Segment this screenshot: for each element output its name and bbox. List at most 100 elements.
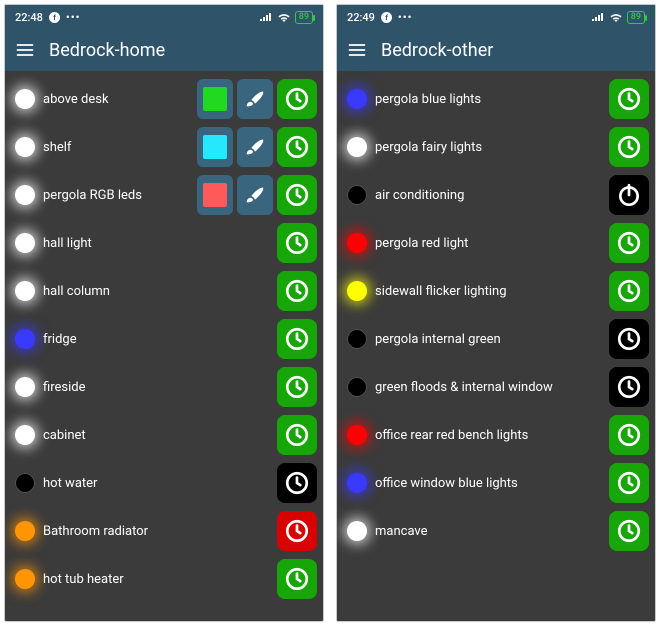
device-label: hall column	[43, 284, 273, 299]
status-right: 89	[591, 11, 645, 24]
schedule-button[interactable]	[277, 127, 317, 167]
device-label: pergola blue lights	[375, 92, 605, 107]
wifi-icon	[277, 12, 291, 22]
device-row[interactable]: mancave	[343, 507, 649, 555]
status-time: 22:49	[347, 11, 375, 24]
device-bulb-icon[interactable]	[347, 185, 367, 205]
schedule-button[interactable]	[277, 511, 317, 551]
device-label: pergola RGB leds	[43, 188, 193, 203]
device-label: Bathroom radiator	[43, 524, 273, 539]
schedule-button[interactable]	[277, 415, 317, 455]
device-bulb-icon[interactable]	[15, 521, 35, 541]
schedule-button[interactable]	[277, 319, 317, 359]
svg-text:f: f	[385, 12, 388, 21]
device-label: office window blue lights	[375, 476, 605, 491]
status-right: 89	[259, 11, 313, 24]
device-label: hot water	[43, 476, 273, 491]
device-row[interactable]: air conditioning	[343, 171, 649, 219]
battery-indicator: 89	[295, 11, 313, 24]
device-row[interactable]: hall column	[11, 267, 317, 315]
phone-left: 22:48 f ••• 89 Bedrock-home above desksh…	[4, 4, 324, 622]
schedule-button[interactable]	[277, 223, 317, 263]
menu-icon[interactable]	[347, 40, 367, 60]
device-bulb-icon[interactable]	[347, 89, 367, 109]
brush-button[interactable]	[237, 79, 273, 119]
schedule-button[interactable]	[277, 271, 317, 311]
device-label: fireside	[43, 380, 273, 395]
color-swatch-button[interactable]	[197, 175, 233, 215]
device-bulb-icon[interactable]	[347, 137, 367, 157]
schedule-button[interactable]	[609, 367, 649, 407]
device-bulb-icon[interactable]	[347, 233, 367, 253]
app-header: Bedrock-other	[337, 29, 655, 71]
device-bulb-icon[interactable]	[347, 425, 367, 445]
battery-indicator: 89	[627, 11, 645, 24]
schedule-button[interactable]	[277, 559, 317, 599]
device-bulb-icon[interactable]	[15, 281, 35, 301]
schedule-button[interactable]	[277, 463, 317, 503]
facebook-icon: f	[49, 12, 60, 23]
device-row[interactable]: pergola red light	[343, 219, 649, 267]
schedule-button[interactable]	[609, 511, 649, 551]
device-label: fridge	[43, 332, 273, 347]
device-row[interactable]: fireside	[11, 363, 317, 411]
device-row[interactable]: sidewall flicker lighting	[343, 267, 649, 315]
color-swatch-button[interactable]	[197, 127, 233, 167]
device-row[interactable]: pergola RGB leds	[11, 171, 317, 219]
device-bulb-icon[interactable]	[347, 473, 367, 493]
wifi-icon	[609, 12, 623, 22]
device-row[interactable]: green floods & internal window	[343, 363, 649, 411]
device-bulb-icon[interactable]	[15, 137, 35, 157]
schedule-button[interactable]	[609, 127, 649, 167]
page-title: Bedrock-home	[49, 40, 165, 61]
device-bulb-icon[interactable]	[15, 185, 35, 205]
device-row[interactable]: office rear red bench lights	[343, 411, 649, 459]
schedule-button[interactable]	[277, 79, 317, 119]
schedule-button[interactable]	[609, 319, 649, 359]
menu-icon[interactable]	[15, 40, 35, 60]
device-row[interactable]: pergola blue lights	[343, 75, 649, 123]
power-button[interactable]	[609, 175, 649, 215]
device-bulb-icon[interactable]	[15, 425, 35, 445]
device-bulb-icon[interactable]	[347, 281, 367, 301]
device-bulb-icon[interactable]	[347, 377, 367, 397]
schedule-button[interactable]	[277, 175, 317, 215]
schedule-button[interactable]	[277, 367, 317, 407]
device-bulb-icon[interactable]	[347, 329, 367, 349]
schedule-button[interactable]	[609, 271, 649, 311]
device-label: shelf	[43, 140, 193, 155]
more-icon: •••	[66, 11, 81, 24]
device-bulb-icon[interactable]	[347, 521, 367, 541]
more-icon: •••	[398, 11, 413, 24]
schedule-button[interactable]	[609, 415, 649, 455]
device-row[interactable]: hot water	[11, 459, 317, 507]
device-list: above desk shelf pergola RGB leds hall ligh…	[5, 71, 323, 621]
brush-button[interactable]	[237, 127, 273, 167]
device-bulb-icon[interactable]	[15, 89, 35, 109]
device-bulb-icon[interactable]	[15, 569, 35, 589]
device-row[interactable]: hot tub heater	[11, 555, 317, 603]
device-row[interactable]: shelf	[11, 123, 317, 171]
device-bulb-icon[interactable]	[15, 377, 35, 397]
device-row[interactable]: hall light	[11, 219, 317, 267]
device-bulb-icon[interactable]	[15, 329, 35, 349]
color-swatch-button[interactable]	[197, 79, 233, 119]
device-label: pergola red light	[375, 236, 605, 251]
brush-button[interactable]	[237, 175, 273, 215]
device-row[interactable]: pergola internal green	[343, 315, 649, 363]
device-bulb-icon[interactable]	[15, 473, 35, 493]
device-row[interactable]: office window blue lights	[343, 459, 649, 507]
schedule-button[interactable]	[609, 463, 649, 503]
device-row[interactable]: above desk	[11, 75, 317, 123]
schedule-button[interactable]	[609, 223, 649, 263]
app-header: Bedrock-home	[5, 29, 323, 71]
device-row[interactable]: fridge	[11, 315, 317, 363]
device-label: hall light	[43, 236, 273, 251]
device-row[interactable]: pergola fairy lights	[343, 123, 649, 171]
device-row[interactable]: cabinet	[11, 411, 317, 459]
device-bulb-icon[interactable]	[15, 233, 35, 253]
device-label: above desk	[43, 92, 193, 107]
device-label: hot tub heater	[43, 572, 273, 587]
schedule-button[interactable]	[609, 79, 649, 119]
device-row[interactable]: Bathroom radiator	[11, 507, 317, 555]
